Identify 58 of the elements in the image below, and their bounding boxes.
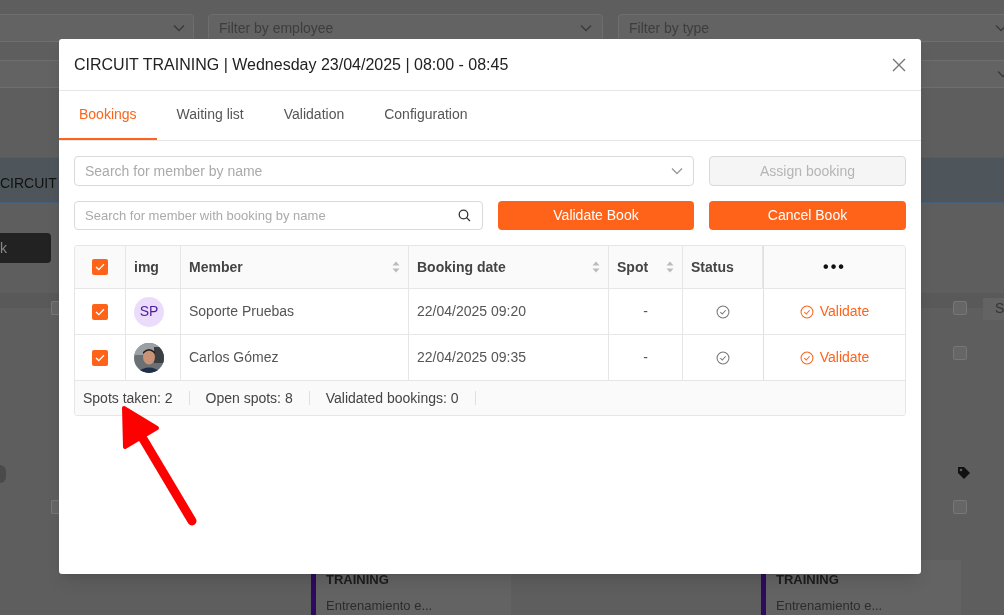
dark-button[interactable]: k (0, 233, 51, 263)
validate-button[interactable]: Validate Book (498, 201, 694, 230)
tag-icon (957, 466, 971, 480)
chevron-down-icon (671, 167, 683, 175)
close-button[interactable] (892, 57, 906, 72)
checkbox[interactable] (953, 301, 967, 315)
validate-link[interactable]: Validate (799, 347, 870, 368)
check-circle-icon (799, 304, 814, 319)
check-circle-icon (716, 304, 730, 319)
card-title: TRAINING (776, 571, 840, 589)
check-icon (95, 353, 105, 362)
column-header: img (134, 257, 159, 277)
check-circle-icon (716, 350, 730, 365)
tab[interactable]: Bookings (59, 91, 157, 140)
column-header: ••• (823, 257, 846, 277)
sort-icon[interactable] (592, 261, 600, 273)
tab[interactable]: Waiting list (156, 91, 264, 140)
search-field[interactable]: Search for member with booking by name (74, 201, 483, 230)
avatar: SP (134, 296, 164, 327)
chevron-down-icon (580, 24, 592, 32)
checkbox[interactable] (92, 303, 108, 320)
booking-date: 22/04/2025 09:35 (409, 335, 609, 380)
checkbox[interactable] (92, 349, 108, 366)
checkbox[interactable] (92, 259, 108, 275)
column-header: Booking date (417, 257, 506, 277)
column-header: Member (189, 257, 243, 277)
chevron-down-icon (995, 24, 1004, 32)
member-select[interactable]: Search for member by name (74, 156, 694, 186)
banner-text: CIRCUIT (0, 174, 57, 193)
column-header: Spot (617, 257, 649, 277)
checkbox[interactable] (51, 500, 59, 514)
footer-stat: Validated bookings: 0 (325, 391, 476, 405)
dropdown[interactable] (0, 14, 194, 42)
booking-date: 22/04/2025 09:20 (409, 289, 609, 334)
dialog-title: CIRCUIT TRAINING | Wednesday 23/04/2025 | 08:00 - 08:45 (74, 54, 509, 75)
column-header: Status (691, 257, 734, 277)
footer-stat: Open spots: 8 (205, 391, 310, 405)
sort-icon[interactable] (666, 261, 674, 273)
validate-link[interactable]: Validate (799, 301, 870, 322)
check-icon (95, 263, 105, 271)
checkbox[interactable] (953, 500, 967, 514)
sort-icon[interactable] (392, 261, 400, 273)
spot-value: - (609, 289, 683, 334)
member-name: Carlos Gómez (181, 335, 409, 380)
check-icon (95, 307, 105, 316)
tab[interactable]: Configuration (364, 91, 488, 140)
cancel-button[interactable]: Cancel Book (709, 201, 906, 230)
search-icon (458, 209, 471, 222)
checkbox[interactable] (51, 301, 59, 315)
member-name: Soporte Pruebas (181, 289, 409, 334)
checkbox[interactable] (953, 346, 967, 360)
tab[interactable]: Validation (263, 91, 365, 140)
check-circle-icon (799, 350, 814, 365)
chevron-down-icon (173, 24, 185, 32)
spot-value: - (609, 335, 683, 380)
card-title: TRAINING (326, 571, 390, 589)
footer-stat: Spots taken: 2 (83, 391, 190, 405)
close-icon (892, 57, 906, 72)
